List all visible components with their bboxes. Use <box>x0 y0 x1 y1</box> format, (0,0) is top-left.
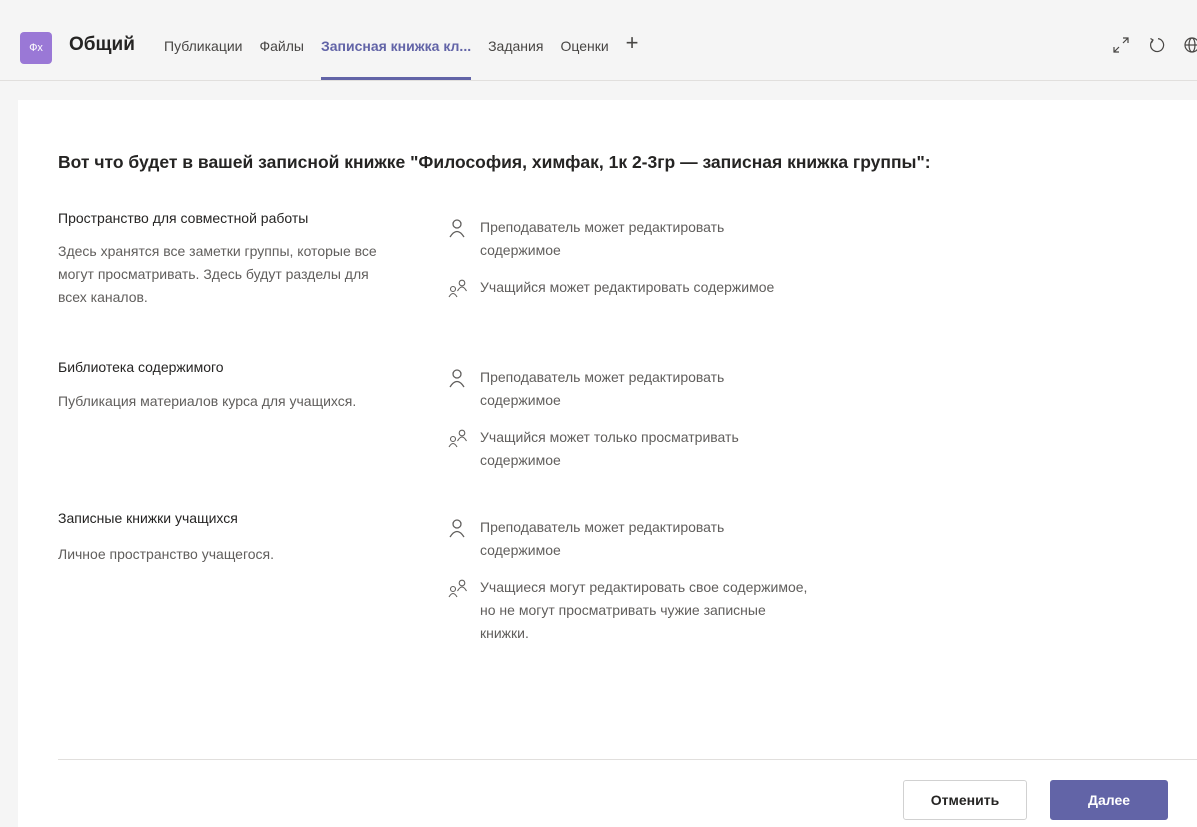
permission-text: Учащийся может редактировать содержимое <box>480 279 775 295</box>
tab-class-notebook[interactable]: Записная книжка кл... <box>320 38 472 80</box>
people-icon <box>448 579 467 598</box>
permission-teacher: Преподаватель может редактировать содерж… <box>448 516 808 562</box>
tab-assignments[interactable]: Задания <box>488 38 543 80</box>
section-title-student-notebooks: Записные книжки учащихся <box>58 510 238 526</box>
permission-text: Учащийся может только просматривать соде… <box>480 429 739 468</box>
channel-header: Фх Общий Публикации Файлы Записная книжк… <box>0 0 1197 81</box>
section-description-student-notebooks: Личное пространство учащегося. <box>58 546 275 562</box>
permission-student: Учащийся может только просматривать соде… <box>448 426 808 472</box>
next-button[interactable]: Далее <box>1050 780 1168 820</box>
permission-text: Преподаватель может редактировать содерж… <box>480 369 725 408</box>
people-icon <box>448 279 467 298</box>
permission-student: Учащийся может редактировать содержимое <box>448 276 808 299</box>
cancel-button[interactable]: Отменить <box>903 780 1027 820</box>
section-title-content-library: Библиотека содержимого <box>58 359 224 375</box>
channel-title: Общий <box>69 34 135 55</box>
permission-text: Преподаватель может редактировать содерж… <box>480 519 725 558</box>
person-icon <box>449 519 465 538</box>
person-icon <box>449 369 465 388</box>
page-title: Вот что будет в вашей записной книжке "Ф… <box>58 152 931 172</box>
people-icon <box>448 429 467 448</box>
refresh-icon[interactable] <box>1148 36 1166 54</box>
person-icon <box>449 219 465 238</box>
section-title-collaboration: Пространство для совместной работы <box>58 210 309 226</box>
globe-icon[interactable] <box>1183 36 1197 54</box>
section-description-content-library: Публикация материалов курса для учащихся… <box>58 393 357 409</box>
tab-files[interactable]: Файлы <box>259 38 303 80</box>
tab-bar: Публикации Файлы Записная книжка кл... З… <box>164 32 656 80</box>
footer-divider <box>58 759 1197 760</box>
permission-text: Преподаватель может редактировать содерж… <box>480 219 725 258</box>
permission-student: Учащиеся могут редактировать свое содерж… <box>448 576 808 645</box>
section-description-collaboration: Здесь хранятся все заметки группы, котор… <box>58 243 377 305</box>
expand-icon[interactable] <box>1112 36 1130 54</box>
permission-teacher: Преподаватель может редактировать содерж… <box>448 366 808 412</box>
team-avatar[interactable]: Фх <box>20 32 52 64</box>
tab-posts[interactable]: Публикации <box>164 38 242 80</box>
permission-text: Учащиеся могут редактировать свое содерж… <box>480 579 808 641</box>
permission-teacher: Преподаватель может редактировать содерж… <box>448 216 808 262</box>
plus-icon[interactable]: + <box>626 32 639 78</box>
tab-grades[interactable]: Оценки <box>560 38 608 80</box>
notebook-setup-panel: Вот что будет в вашей записной книжке "Ф… <box>18 100 1197 827</box>
